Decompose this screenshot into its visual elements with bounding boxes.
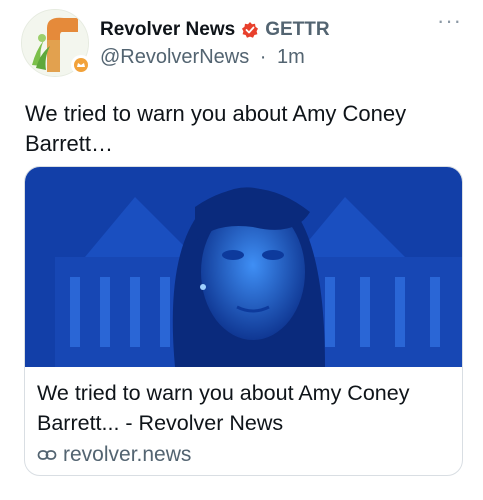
card-domain-text: revolver.news bbox=[63, 443, 192, 466]
separator: · bbox=[259, 46, 267, 68]
badge-icon bbox=[71, 55, 91, 75]
platform-tag: GETTR bbox=[265, 19, 330, 40]
card-domain[interactable]: revolver.news bbox=[37, 443, 450, 467]
card-title[interactable]: We tried to warn you about Amy Coney Bar… bbox=[37, 378, 450, 438]
link-icon bbox=[37, 450, 57, 460]
more-options-icon[interactable]: ··· bbox=[437, 10, 462, 32]
timestamp[interactable]: 1m bbox=[277, 46, 305, 68]
handle-row: @RevolverNews · 1m bbox=[100, 46, 453, 69]
link-card[interactable]: We tried to warn you about Amy Coney Bar… bbox=[24, 166, 463, 476]
tweet-header: Revolver News GETTR @RevolverNews · 1m bbox=[100, 16, 453, 69]
handle[interactable]: @RevolverNews bbox=[100, 46, 249, 68]
display-name[interactable]: Revolver News bbox=[100, 19, 235, 41]
card-image[interactable] bbox=[25, 167, 462, 367]
verified-badge-icon bbox=[241, 21, 259, 39]
tweet-text: We tried to warn you about Amy Coney Bar… bbox=[25, 101, 407, 156]
